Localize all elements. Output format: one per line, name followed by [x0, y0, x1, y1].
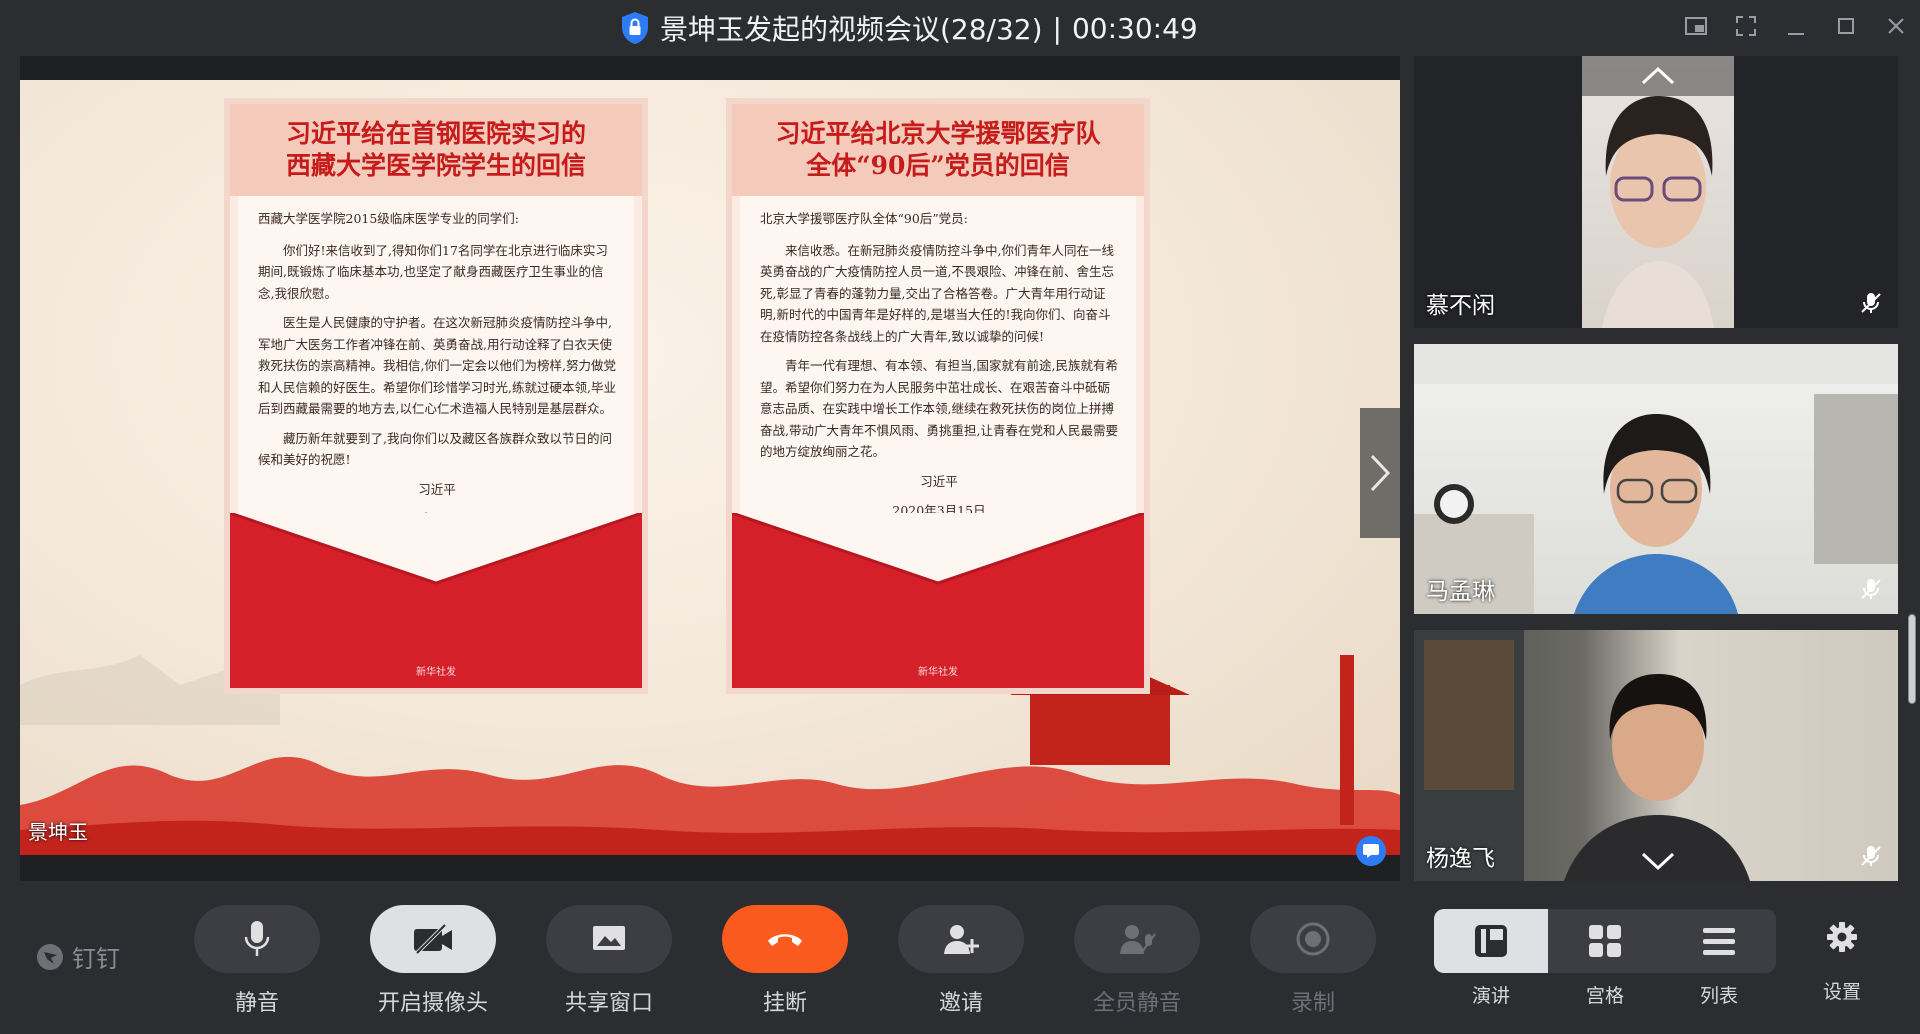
camera-button[interactable]: 开启摄像头: [370, 905, 496, 1017]
mute-button[interactable]: 静音: [194, 905, 320, 1017]
speaker-view-label: 演讲: [1471, 985, 1510, 1007]
letter-paragraph: 医生是人民健康的守护者。在这次新冠肺炎疫情防控斗争中,军地广大医务工作者冲锋在前…: [258, 315, 616, 416]
grid-layout-icon: [1589, 925, 1621, 957]
chat-icon[interactable]: [1356, 836, 1386, 866]
settings-button[interactable]: 设置: [1812, 921, 1872, 1004]
meeting-toolbar: 钉钉 静音 开启摄像头 共享窗口 挂断 邀请 全员静音 录制 演讲 宫格 列表 …: [0, 881, 1920, 1034]
mic-muted-icon: [1861, 293, 1881, 313]
fullscreen-icon[interactable]: [1732, 12, 1760, 40]
presentation-slide: 习近平给在首钢医院实习的 西藏大学医学院学生的回信 西藏大学医学院2015级临床…: [20, 80, 1400, 855]
letter-paragraph: 来信收悉。在新冠肺炎疫情防控斗争中,你们青年人同在一线英勇奋战的广大疫情防控人员…: [760, 242, 1114, 344]
maximize-icon[interactable]: [1832, 12, 1860, 40]
close-icon[interactable]: [1882, 12, 1910, 40]
letter-card-1: 习近平给在首钢医院实习的 西藏大学医学院学生的回信 西藏大学医学院2015级临床…: [224, 98, 648, 694]
mic-muted-icon: [1861, 579, 1881, 599]
add-user-icon: [944, 925, 979, 954]
brand-name: 钉钉: [72, 945, 120, 973]
source-credit: 新华社发: [416, 667, 456, 678]
participant-panel: 慕不闲 马孟琳 杨逸飞: [1414, 56, 1906, 881]
letter-body-2: 北京大学援鄂医疗队全体“90后”党员: 来信收悉。在新冠肺炎疫情防控斗争中,你们…: [760, 208, 1118, 530]
meeting-title-text: 景坤玉发起的视频会议(28/32): [660, 13, 1043, 46]
invite-button[interactable]: 邀请: [898, 905, 1024, 1017]
mute-all-button[interactable]: 全员静音: [1074, 905, 1200, 1017]
mute-all-icon: [1120, 925, 1156, 954]
hangup-label: 挂断: [762, 991, 807, 1016]
letter-signature: 习近平: [418, 481, 456, 497]
participant-tile[interactable]: 杨逸飞: [1414, 630, 1898, 881]
list-view-button[interactable]: [1662, 909, 1776, 973]
meeting-timer: 00:30:49: [1071, 11, 1198, 45]
participant-scrollbar[interactable]: [1908, 614, 1916, 704]
letter-card-2: 习近平给北京大学援鄂医疗队 全体“90后”党员的回信 北京大学援鄂医疗队全体“9…: [726, 98, 1150, 694]
microphone-icon: [244, 921, 270, 956]
mute-label: 静音: [234, 991, 279, 1016]
speaker-layout-icon: [1475, 925, 1507, 957]
letter-paragraph: 你们好!来信收到了,得知你们17名同学在北京进行临床实习期间,既锻炼了临床基本功…: [258, 242, 608, 301]
gear-icon: [1827, 922, 1857, 952]
camera-off-icon: [414, 923, 452, 955]
camera-label: 开启摄像头: [377, 991, 488, 1016]
secure-shield-icon: [622, 12, 648, 44]
meeting-title: 景坤玉发起的视频会议(28/32) | 00:30:49: [620, 8, 1198, 48]
invite-label: 邀请: [938, 991, 983, 1016]
dingtalk-logo: 钉钉: [36, 939, 120, 974]
speaker-view-button[interactable]: [1434, 909, 1548, 973]
letter-paragraph: 藏历新年就要到了,我向你们以及藏区各族群众致以节日的问候和美好的祝愿!: [258, 430, 612, 468]
list-layout-icon: [1703, 928, 1735, 955]
presenter-name: 景坤玉: [28, 820, 88, 844]
participant-tile[interactable]: 慕不闲: [1414, 56, 1898, 328]
share-label: 共享窗口: [564, 991, 653, 1016]
letter-title-1: 习近平给在首钢医院实习的 西藏大学医学院学生的回信: [230, 104, 642, 196]
participant-name: 慕不闲: [1426, 293, 1495, 319]
letter-salutation: 西藏大学医学院2015级临床医学专业的同学们:: [258, 211, 520, 226]
scroll-up-button[interactable]: [1582, 56, 1734, 96]
letter-paragraph: 青年一代有理想、有本领、有担当,国家就有前途,民族就有希望。希望你们努力在为人民…: [760, 358, 1118, 459]
grid-view-button[interactable]: [1548, 909, 1662, 973]
letter-body-1: 西藏大学医学院2015级临床医学专业的同学们: 你们好!来信收到了,得知你们17…: [258, 208, 616, 538]
settings-label: 设置: [1822, 981, 1861, 1003]
minimize-icon[interactable]: [1782, 12, 1810, 40]
letter-title-2: 习近平给北京大学援鄂医疗队 全体“90后”党员的回信: [732, 104, 1144, 196]
float-window-icon[interactable]: [1682, 12, 1710, 40]
video-feed: [1582, 56, 1734, 328]
shared-screen-area: 习近平给在首钢医院实习的 西藏大学医学院学生的回信 西藏大学医学院2015级临床…: [20, 56, 1400, 881]
grid-view-label: 宫格: [1585, 985, 1624, 1007]
dingtalk-icon: [37, 943, 63, 970]
share-screen-icon: [593, 926, 625, 950]
mute-all-label: 全员静音: [1092, 991, 1181, 1016]
layout-switcher: [1434, 909, 1776, 973]
title-bar: 景坤玉发起的视频会议(28/32) | 00:30:49: [0, 0, 1920, 56]
source-credit: 新华社发: [918, 667, 958, 678]
participant-name: 杨逸飞: [1426, 846, 1495, 872]
envelope-graphic: [732, 513, 1144, 688]
record-button[interactable]: 录制: [1250, 905, 1376, 1017]
share-window-button[interactable]: 共享窗口: [546, 905, 672, 1017]
participant-name: 马孟琳: [1426, 579, 1495, 605]
participant-tile[interactable]: 马孟琳: [1414, 344, 1898, 614]
record-label: 录制: [1290, 991, 1335, 1016]
hangup-button[interactable]: 挂断: [722, 905, 848, 1017]
letter-signature: 习近平: [920, 473, 958, 489]
title-separator: |: [1052, 11, 1062, 45]
next-page-button[interactable]: [1360, 408, 1400, 538]
hangup-phone-icon: [768, 934, 802, 946]
window-controls: [1682, 12, 1910, 40]
list-view-label: 列表: [1699, 985, 1738, 1007]
letter-salutation: 北京大学援鄂医疗队全体“90后”党员:: [760, 211, 968, 226]
layout-labels: 演讲 宫格 列表: [1434, 981, 1776, 1008]
record-icon: [1296, 922, 1330, 956]
mic-muted-icon: [1861, 846, 1881, 866]
scroll-down-button[interactable]: [1582, 841, 1734, 881]
envelope-graphic: [230, 513, 642, 688]
